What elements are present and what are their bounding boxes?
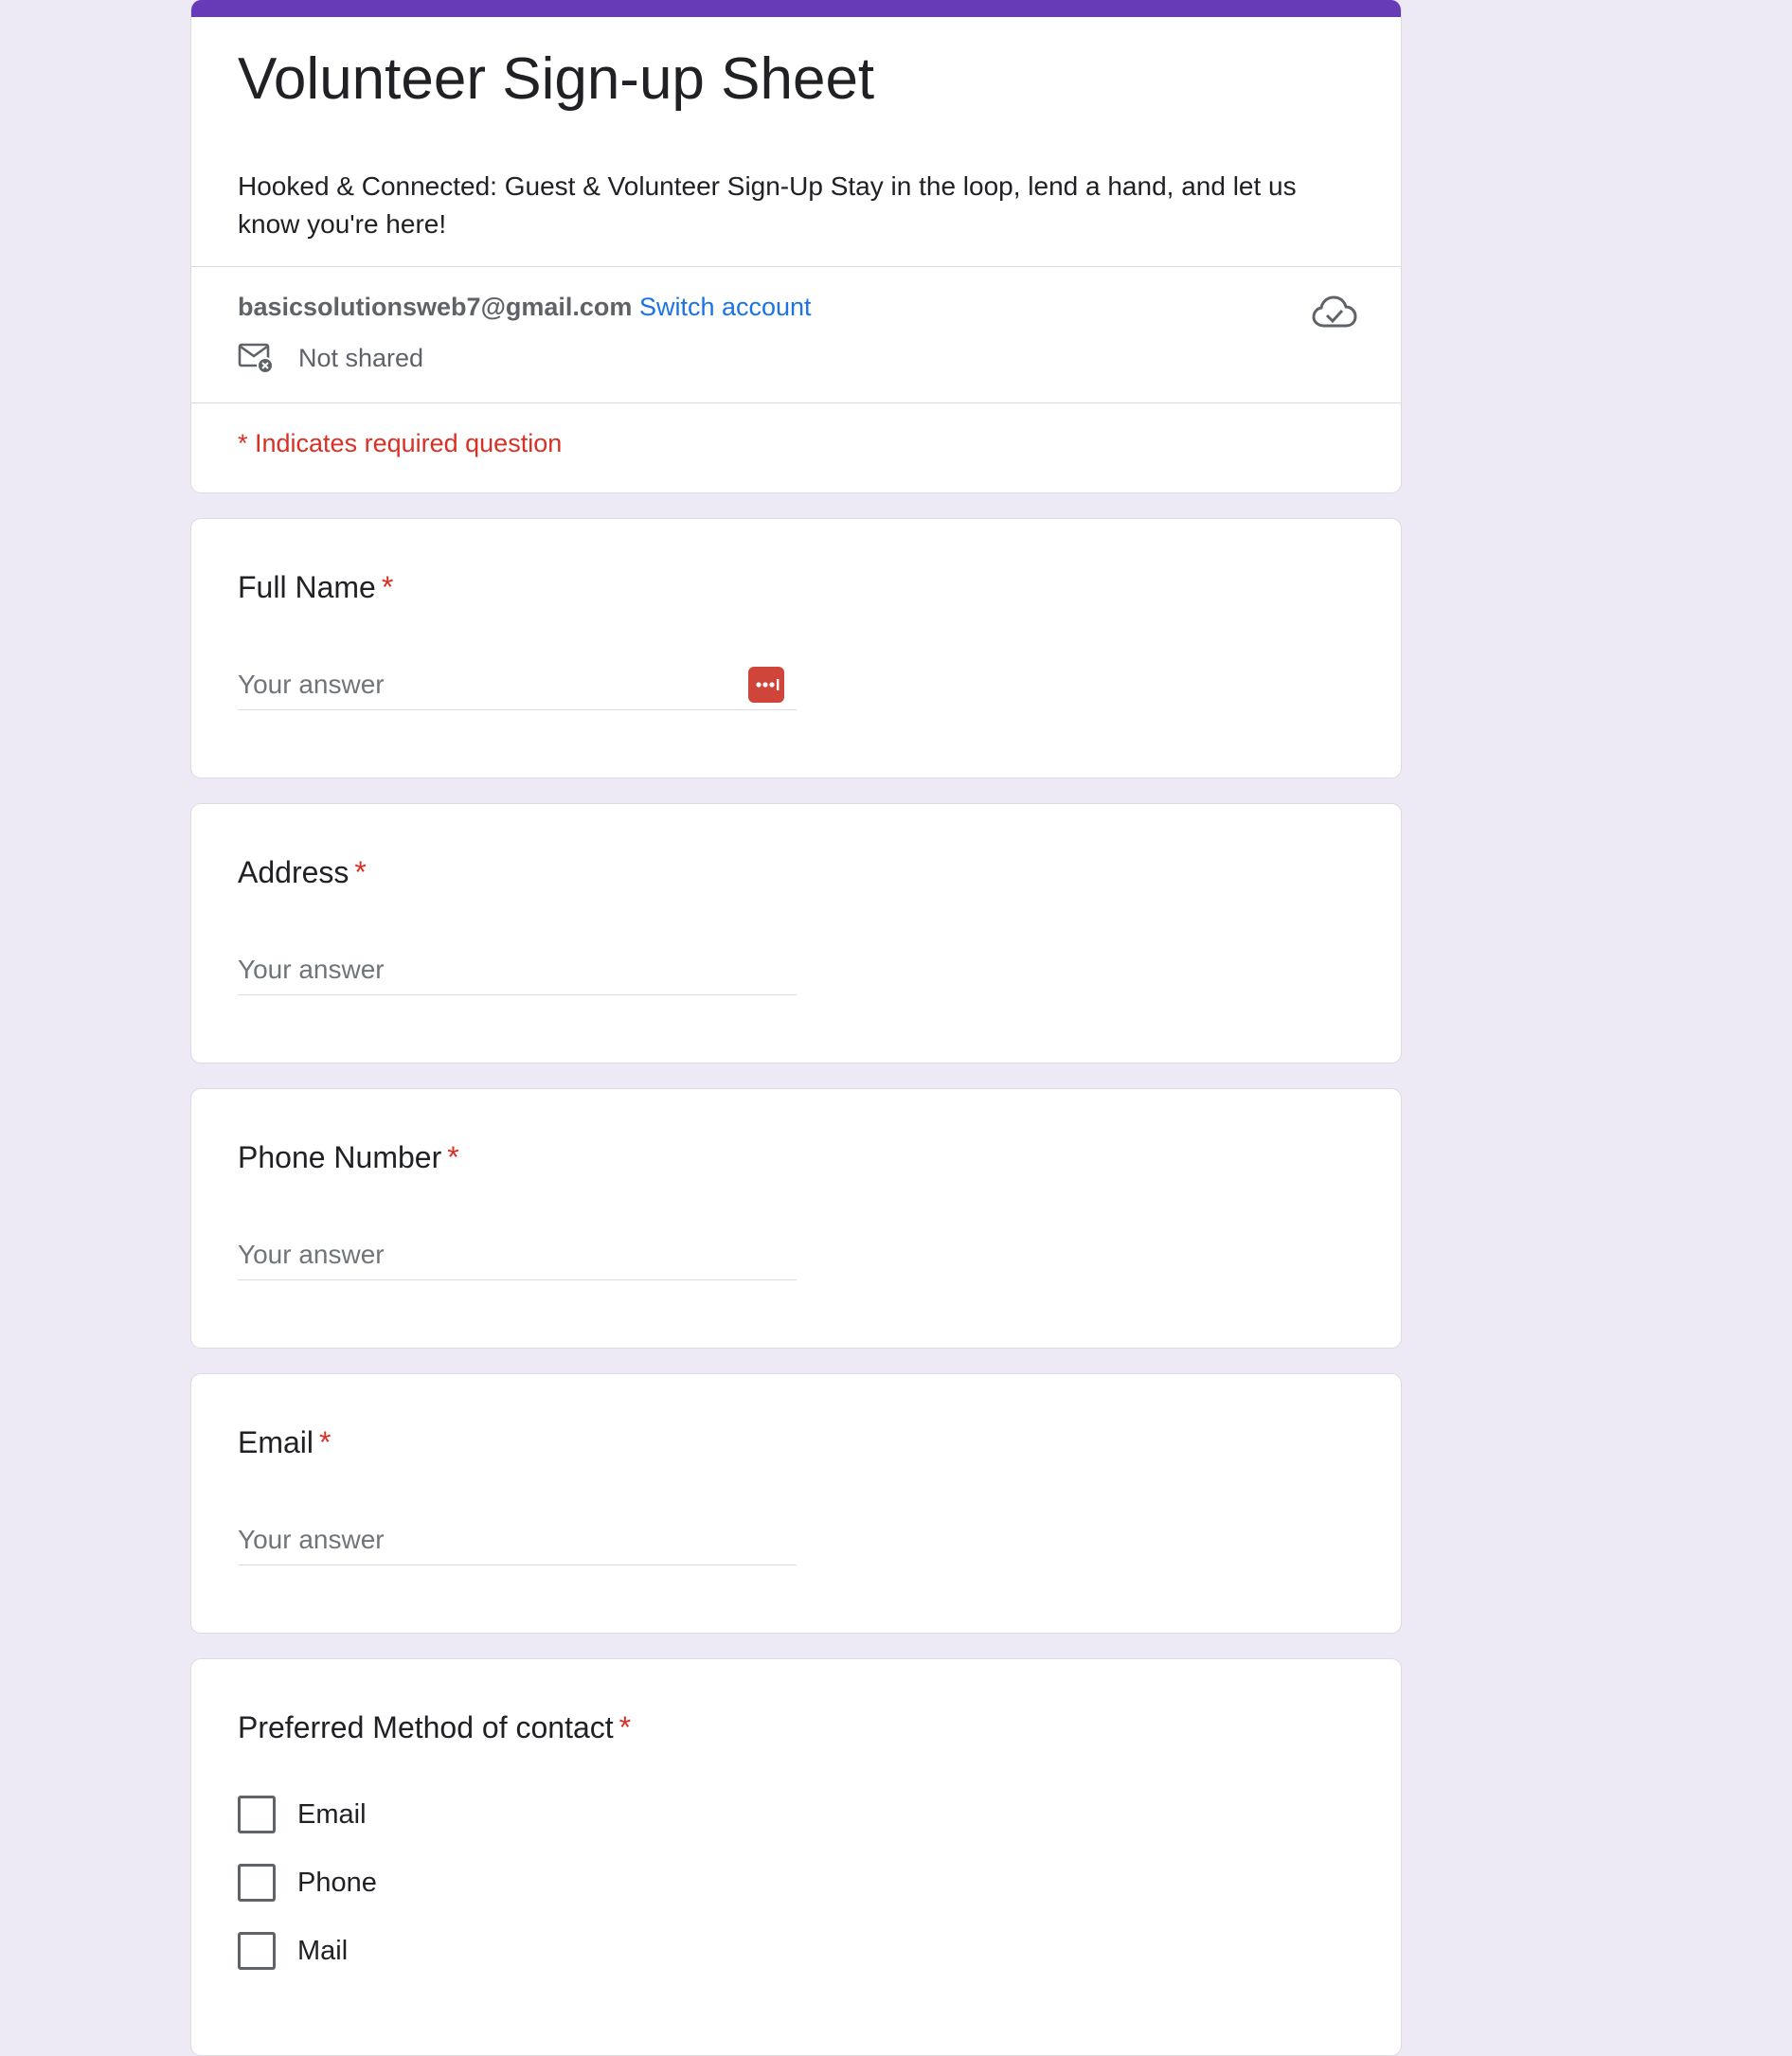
- question-card-phone: Phone Number *: [190, 1088, 1402, 1350]
- question-title: Full Name *: [238, 566, 1354, 608]
- checkbox-list: Email Phone Mail: [238, 1780, 1354, 1985]
- address-input[interactable]: [238, 948, 797, 992]
- required-star: *: [354, 855, 367, 890]
- form-title: Volunteer Sign-up Sheet: [238, 46, 875, 112]
- question-card-full-name: Full Name *: [190, 518, 1402, 779]
- title-section: Volunteer Sign-up Sheet Hooked & Connect…: [191, 17, 1401, 266]
- mail-not-shared-icon: [238, 341, 276, 375]
- email-input[interactable]: [238, 1518, 797, 1563]
- required-star: *: [447, 1140, 459, 1175]
- required-star: *: [381, 570, 394, 605]
- question-title-text: Preferred Method of contact: [238, 1710, 614, 1745]
- shared-status-text: Not shared: [298, 343, 424, 372]
- required-star: *: [618, 1710, 632, 1745]
- checkbox-option-phone[interactable]: Phone: [238, 1849, 1354, 1917]
- switch-account-link[interactable]: Switch account: [639, 293, 812, 321]
- accent-bar: [191, 0, 1401, 17]
- question-title-text: Phone Number: [238, 1140, 442, 1175]
- phone-input[interactable]: [238, 1233, 797, 1278]
- address-field-wrap: [238, 948, 797, 996]
- full-name-input[interactable]: [238, 663, 797, 707]
- full-name-field-wrap: [238, 663, 797, 711]
- shared-status: Not shared: [238, 341, 1354, 375]
- question-card-address: Address *: [190, 803, 1402, 1064]
- required-star: *: [319, 1425, 332, 1460]
- required-note: * Indicates required question: [238, 429, 563, 458]
- question-title: Phone Number *: [238, 1136, 1354, 1178]
- question-title: Email *: [238, 1421, 1354, 1463]
- email-field-wrap: [238, 1518, 797, 1566]
- checkbox-label: Email: [297, 1798, 367, 1830]
- phone-field-wrap: [238, 1233, 797, 1281]
- password-manager-icon[interactable]: [748, 667, 784, 704]
- question-card-email: Email *: [190, 1373, 1402, 1635]
- cloud-saved-icon[interactable]: [1312, 294, 1357, 331]
- form-container: Volunteer Sign-up Sheet Hooked & Connect…: [190, 0, 1402, 2056]
- checkbox-option-email[interactable]: Email: [238, 1780, 1354, 1849]
- account-email: basicsolutionsweb7@gmail.com: [238, 293, 633, 322]
- checkbox[interactable]: [238, 1796, 276, 1834]
- question-card-contact-method: Preferred Method of contact * Email Phone…: [190, 1658, 1402, 2056]
- checkbox[interactable]: [238, 1864, 276, 1903]
- question-title-text: Email: [238, 1425, 314, 1460]
- checkbox[interactable]: [238, 1932, 276, 1971]
- account-section: basicsolutionsweb7@gmail.com Switch acco…: [191, 267, 1401, 402]
- question-title: Address *: [238, 851, 1354, 893]
- question-title: Preferred Method of contact *: [238, 1707, 1354, 1748]
- checkbox-label: Phone: [297, 1867, 377, 1898]
- form-description: Hooked & Connected: Guest & Volunteer Si…: [238, 171, 1297, 240]
- account-line: basicsolutionsweb7@gmail.com Switch acco…: [238, 288, 1354, 326]
- question-title-text: Address: [238, 855, 349, 890]
- form-header-card: Volunteer Sign-up Sheet Hooked & Connect…: [190, 0, 1402, 494]
- checkbox-option-mail[interactable]: Mail: [238, 1917, 1354, 1985]
- question-title-text: Full Name: [238, 570, 376, 605]
- checkbox-label: Mail: [297, 1935, 349, 1966]
